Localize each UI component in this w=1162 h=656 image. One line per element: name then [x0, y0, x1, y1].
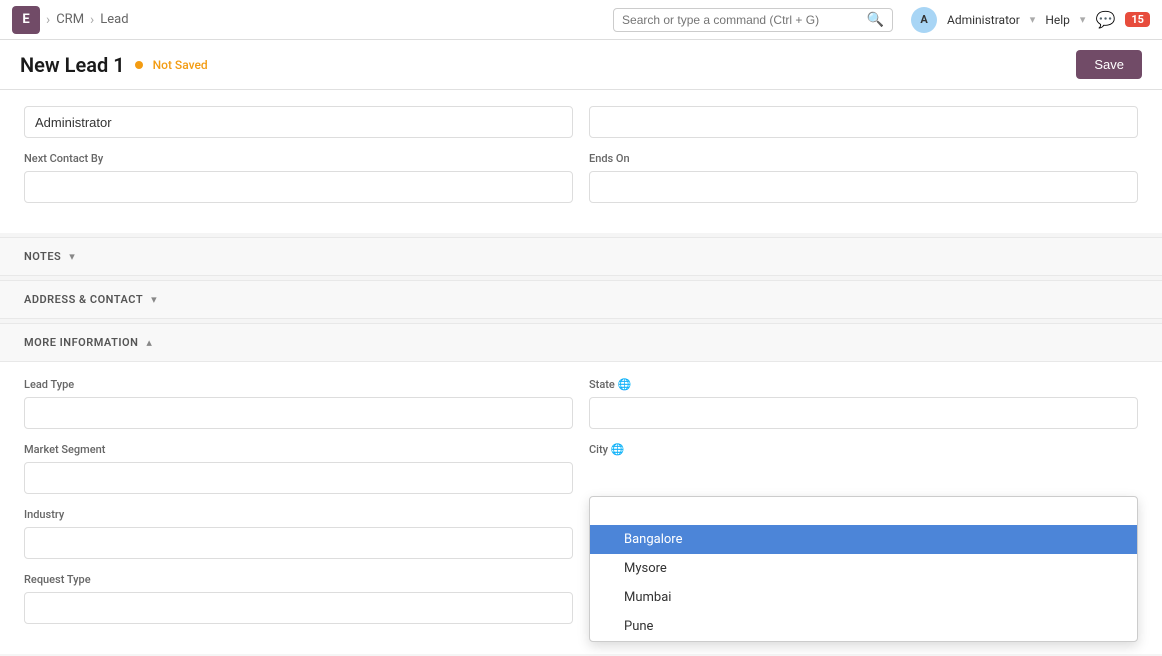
search-icon: 🔍 — [867, 12, 884, 28]
city-dropdown-list[interactable]: ✓ Bangalore Mysore M — [589, 496, 1138, 642]
search-input[interactable] — [622, 13, 867, 27]
administrator-input[interactable] — [24, 106, 573, 138]
lead-type-input[interactable] — [24, 397, 573, 429]
state-globe-icon: 🌐 — [618, 378, 632, 391]
address-contact-section-header[interactable]: ADDRESS & CONTACT ▾ — [0, 280, 1162, 319]
breadcrumb-crm[interactable]: CRM — [56, 12, 84, 27]
industry-label: Industry — [24, 508, 573, 521]
page-header: New Lead 1 Not Saved Save — [0, 40, 1162, 90]
dropdown-item-mysore[interactable]: Mysore — [590, 554, 1137, 583]
avatar: A — [911, 7, 937, 33]
app-icon[interactable]: E — [12, 6, 40, 34]
address-contact-chevron-icon: ▾ — [151, 293, 157, 306]
market-segment-field: Market Segment — [24, 443, 573, 494]
administrator-field — [24, 106, 573, 138]
dropdown-item-pune[interactable]: Pune — [590, 612, 1137, 641]
request-type-field: Request Type — [24, 573, 573, 624]
more-information-title: MORE INFORMATION — [24, 336, 138, 349]
request-type-input[interactable] — [24, 592, 573, 624]
next-contact-by-input[interactable] — [24, 171, 573, 203]
admin-dropdown-arrow[interactable]: ▾ — [1030, 13, 1036, 26]
ends-on-label: Ends On — [589, 152, 1138, 165]
more-information-section: MORE INFORMATION ▴ Lead Type State 🌐 — [0, 323, 1162, 654]
breadcrumb-separator-1: › — [46, 12, 50, 28]
chat-icon[interactable]: 💬 — [1095, 10, 1115, 29]
state-field: State 🌐 — [589, 378, 1138, 429]
admin-label[interactable]: Administrator — [947, 13, 1020, 27]
industry-input[interactable] — [24, 527, 573, 559]
market-segment-city-row: Market Segment City 🌐 ✓ — [24, 443, 1138, 494]
city-field: City 🌐 ✓ Bangalore — [589, 443, 1138, 494]
ends-on-field: Ends On — [589, 152, 1138, 203]
notes-section-header[interactable]: NOTES ▾ — [0, 237, 1162, 276]
lead-type-state-row: Lead Type State 🌐 — [24, 378, 1138, 429]
next-contact-by-field: Next Contact By — [24, 152, 573, 203]
check-empty: ✓ — [602, 504, 616, 518]
page-title-area: New Lead 1 Not Saved — [20, 53, 208, 77]
help-dropdown-arrow[interactable]: ▾ — [1080, 13, 1086, 26]
dropdown-item-empty[interactable]: ✓ — [590, 497, 1137, 525]
ends-on-input[interactable] — [589, 171, 1138, 203]
help-label[interactable]: Help — [1045, 13, 1070, 27]
address-contact-section: ADDRESS & CONTACT ▾ — [0, 280, 1162, 319]
city-globe-icon: 🌐 — [611, 443, 625, 456]
breadcrumb-lead[interactable]: Lead — [100, 12, 128, 27]
notes-section-title: NOTES — [24, 250, 61, 263]
top-navigation: E › CRM › Lead 🔍 A Administrator ▾ Help … — [0, 0, 1162, 40]
city-label: City 🌐 — [589, 443, 1138, 456]
more-information-section-header[interactable]: MORE INFORMATION ▴ — [0, 323, 1162, 362]
market-segment-label: Market Segment — [24, 443, 573, 456]
notes-section: NOTES ▾ — [0, 237, 1162, 276]
main-content: Next Contact By Ends On NOTES ▾ ADDRESS … — [0, 90, 1162, 654]
dropdown-item-bangalore[interactable]: Bangalore — [590, 525, 1137, 554]
nav-right-area: A Administrator ▾ Help ▾ 💬 15 — [911, 7, 1150, 33]
status-dot — [135, 61, 143, 69]
empty-input-right[interactable] — [589, 106, 1138, 138]
market-segment-input[interactable] — [24, 462, 573, 494]
dropdown-item-mumbai[interactable]: Mumbai — [590, 583, 1137, 612]
address-contact-section-title: ADDRESS & CONTACT — [24, 293, 143, 306]
more-information-fields: Lead Type State 🌐 Market Segment — [0, 362, 1162, 654]
breadcrumb-separator-2: › — [90, 12, 94, 28]
contact-dates-row: Next Contact By Ends On — [24, 152, 1138, 203]
page-title: New Lead 1 — [20, 53, 125, 77]
notification-badge[interactable]: 15 — [1125, 12, 1150, 27]
top-fields-area: Next Contact By Ends On — [0, 90, 1162, 233]
status-badge: Not Saved — [153, 58, 208, 72]
empty-field-right — [589, 106, 1138, 138]
request-type-label: Request Type — [24, 573, 573, 586]
lead-type-label: Lead Type — [24, 378, 573, 391]
state-input[interactable] — [589, 397, 1138, 429]
top-fields-section: Next Contact By Ends On — [0, 90, 1162, 233]
state-label: State 🌐 — [589, 378, 1138, 391]
save-button[interactable]: Save — [1076, 50, 1142, 79]
next-contact-by-label: Next Contact By — [24, 152, 573, 165]
lead-type-field: Lead Type — [24, 378, 573, 429]
more-information-chevron-icon: ▴ — [146, 336, 152, 349]
administrator-row — [24, 106, 1138, 138]
industry-field: Industry — [24, 508, 573, 559]
notes-chevron-icon: ▾ — [69, 250, 75, 263]
search-bar[interactable]: 🔍 — [613, 8, 893, 32]
